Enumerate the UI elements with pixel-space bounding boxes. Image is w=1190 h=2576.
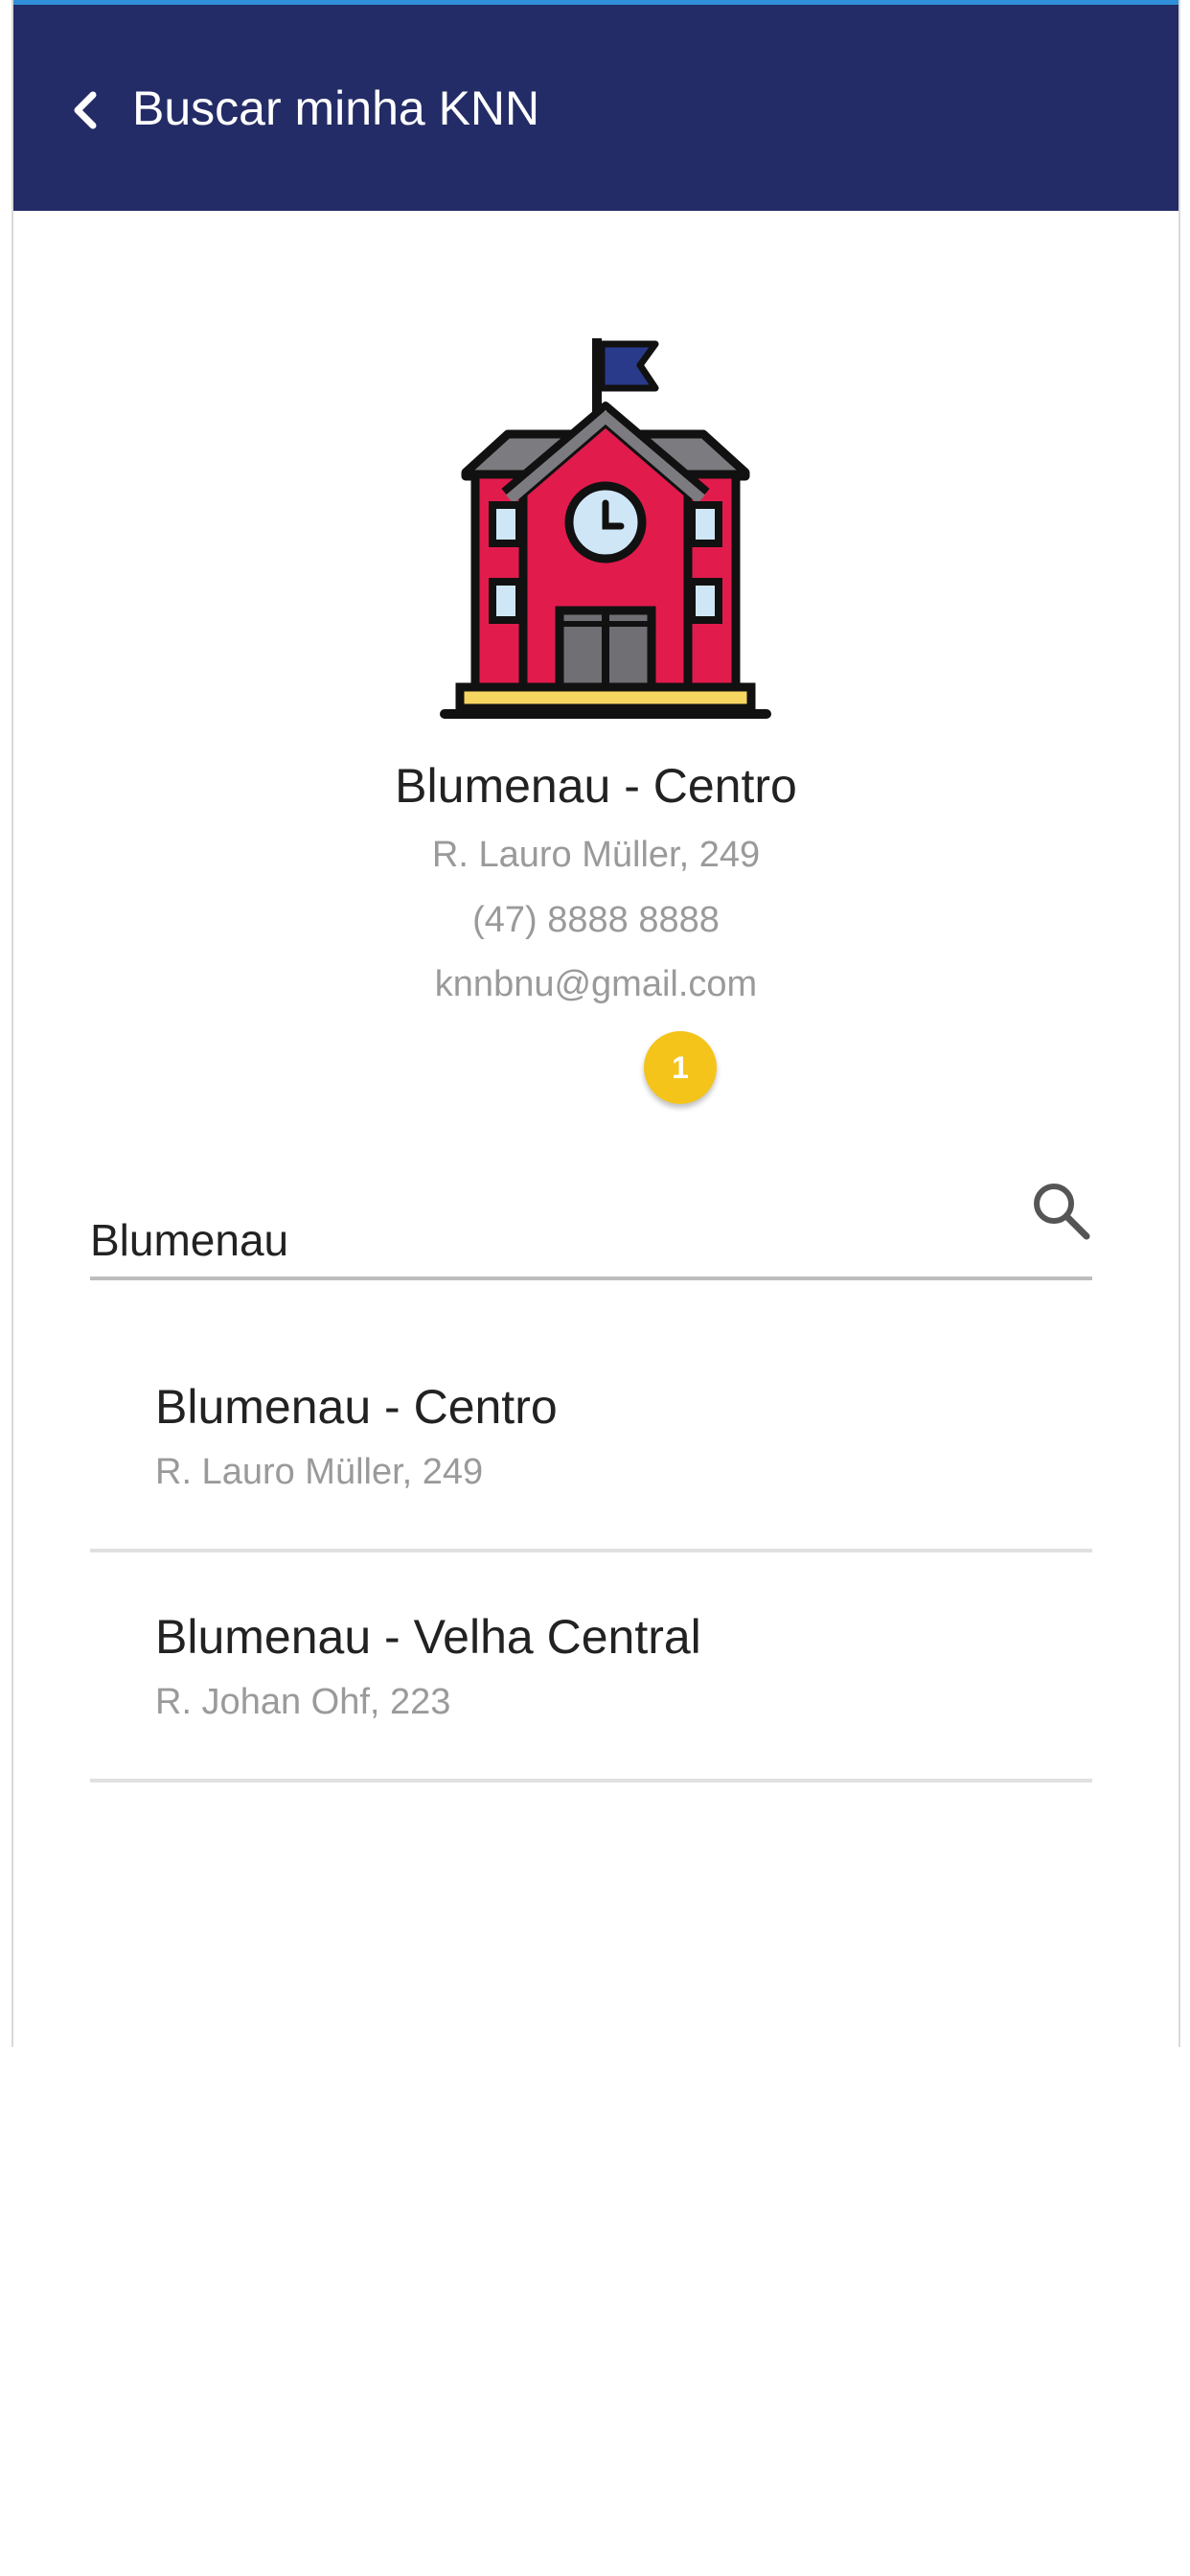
results-list: Blumenau - Centro R. Lauro Müller, 249 B… [90, 1322, 1092, 1782]
app-bar: Buscar minha KNN [13, 0, 1179, 211]
school-building-icon [440, 338, 771, 719]
search-bar [90, 1179, 1092, 1280]
selected-unit-name: Blumenau - Centro [395, 759, 797, 813]
list-item[interactable]: Blumenau - Centro R. Lauro Müller, 249 [90, 1322, 1092, 1552]
selected-unit-address: R. Lauro Müller, 249 [431, 835, 761, 875]
search-input[interactable] [90, 1209, 952, 1271]
app-screen: Buscar minha KNN Blumenau - Centro R. La… [11, 0, 1180, 2047]
back-button[interactable] [52, 72, 119, 149]
search-icon[interactable] [1029, 1179, 1092, 1242]
list-item[interactable]: Blumenau - Velha Central R. Johan Ohf, 2… [90, 1552, 1092, 1782]
result-address: R. Lauro Müller, 249 [155, 1452, 484, 1492]
selected-unit-email[interactable]: knnbnu@gmail.com [13, 961, 1179, 1007]
notification-badge[interactable]: 1 [644, 1031, 717, 1104]
result-name: Blumenau - Centro [155, 1380, 558, 1434]
result-name: Blumenau - Velha Central [155, 1610, 701, 1664]
page-title: Buscar minha KNN [132, 81, 540, 135]
selected-unit-phone[interactable]: (47) 8888 8888 [13, 897, 1179, 943]
chevron-left-icon [74, 91, 97, 129]
result-address: R. Johan Ohf, 223 [155, 1682, 451, 1722]
